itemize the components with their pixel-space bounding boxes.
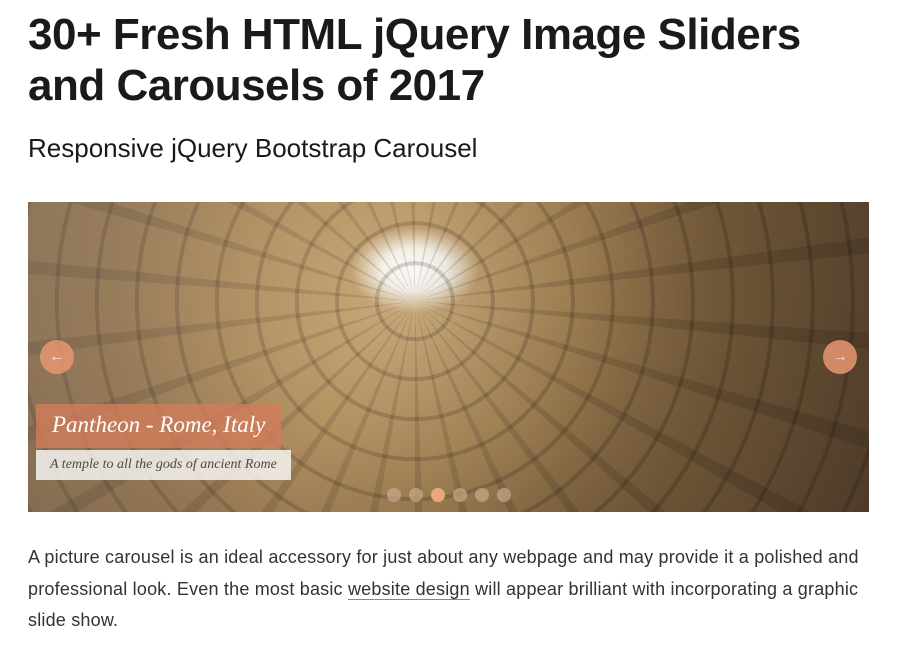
carousel-caption: Pantheon - Rome, Italy A temple to all t… — [36, 404, 291, 480]
carousel-next-button[interactable]: → — [823, 340, 857, 374]
carousel-dot[interactable] — [387, 488, 401, 502]
page-subtitle: Responsive jQuery Bootstrap Carousel — [28, 133, 869, 164]
website-design-link[interactable]: website design — [348, 579, 470, 600]
page-title: 30+ Fresh HTML jQuery Image Sliders and … — [28, 10, 869, 111]
carousel-dots — [387, 488, 511, 502]
arrow-left-icon: ← — [49, 348, 65, 366]
caption-subtitle: A temple to all the gods of ancient Rome — [36, 450, 291, 480]
arrow-right-icon: → — [832, 348, 848, 366]
carousel-dot[interactable] — [497, 488, 511, 502]
carousel-dot[interactable] — [409, 488, 423, 502]
carousel-dot[interactable] — [453, 488, 467, 502]
intro-paragraph: A picture carousel is an ideal accessory… — [28, 542, 869, 637]
carousel-dot[interactable] — [431, 488, 445, 502]
image-carousel: ← → Pantheon - Rome, Italy A temple to a… — [28, 202, 869, 512]
caption-title: Pantheon - Rome, Italy — [36, 404, 281, 448]
carousel-prev-button[interactable]: ← — [40, 340, 74, 374]
carousel-dot[interactable] — [475, 488, 489, 502]
